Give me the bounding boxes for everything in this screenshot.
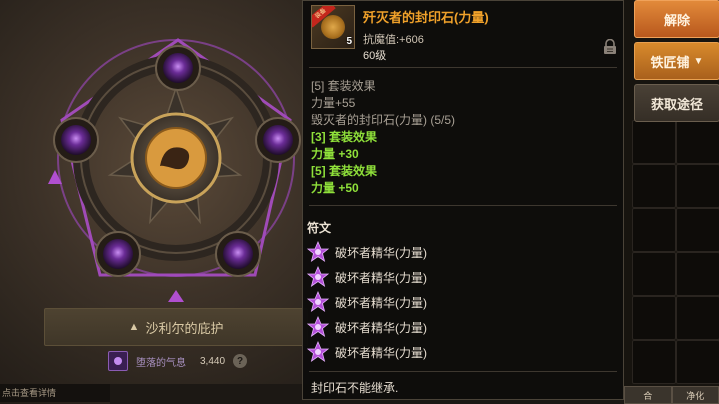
divider [309,371,617,372]
dismantle-button[interactable]: 解除 [634,0,719,38]
bottom-right-buttons: 合 净化 [624,386,719,404]
combine-button[interactable]: 合 [624,386,672,404]
blacksmith-label: 铁匠铺 [650,54,690,70]
rune-label: 破坏者精华(力量) [335,245,427,260]
set-effect-line: [3] 套装效果 [311,130,378,144]
inventory-slot[interactable] [632,164,676,208]
rune-item: 破坏者精华(力量) [307,241,427,263]
rune-socket[interactable] [95,231,141,277]
rune-item: 破坏者精华(力量) [307,316,427,338]
item-header: 装备 5 歼灭者的封印石(力量) 抗魔值:+606 60级 [307,5,623,65]
rune-star-icon [307,316,329,337]
inventory-slot[interactable] [676,120,719,164]
obtain-button[interactable]: 获取途径 [634,84,719,122]
rune-label: 破坏者精华(力量) [335,320,427,335]
inventory-slot[interactable] [632,120,676,164]
rune-star-icon [307,341,329,362]
rune-socket[interactable] [215,231,261,277]
inventory-slot[interactable] [632,340,676,384]
rune-star-icon [307,241,329,262]
seal-diagram [0,0,310,310]
item-tooltip: 装备 5 歼灭者的封印石(力量) 抗魔值:+606 60级 [5] 套装效果 力… [302,0,624,400]
rune-star-icon [307,291,329,312]
blessing-button[interactable]: ▲ 沙利尔的庇护 [44,308,308,346]
rune-socket[interactable] [53,117,99,163]
inventory-slot[interactable] [676,296,719,340]
divider [309,67,617,68]
rune-item: 破坏者精华(力量) [307,341,427,363]
rune-label: 破坏者精华(力量) [335,270,427,285]
rune-label: 破坏者精华(力量) [335,345,427,360]
rune-item: 破坏者精华(力量) [307,266,427,288]
aura-value: 3,440 [200,355,226,367]
inventory-slot[interactable] [676,208,719,252]
blacksmith-dropdown[interactable]: 铁匠铺 ▼ [634,42,719,80]
item-title: 歼灭者的封印石(力量) [363,10,489,25]
detail-hint[interactable]: 点击查看详情 [0,384,112,402]
set-effect-line: 力量 +30 [311,147,359,161]
inventory-slot[interactable] [676,252,719,296]
inventory-slot[interactable] [632,252,676,296]
rune-label: 破坏者精华(力量) [335,295,427,310]
blessing-label: 沙利尔的庇护 [145,320,224,336]
set-effect-line: [5] 套装效果 [311,164,378,178]
inventory-slot[interactable] [676,340,719,384]
rune-socket[interactable] [155,45,201,91]
rune-star-icon [307,266,329,287]
bottom-strip [110,384,310,404]
seal-stone-icon: 装备 5 [311,5,355,49]
chevron-up-icon: ▲ [128,321,140,333]
inventory-slot[interactable] [632,296,676,340]
rune-item: 破坏者精华(力量) [307,291,427,313]
item-stat: 抗魔值:+606 [363,34,424,46]
footer-note: 封印石不能继承. [311,381,399,395]
inventory-slot[interactable] [632,208,676,252]
aura-icon [108,351,128,371]
lock-icon [604,39,616,54]
rune-socket[interactable] [255,117,301,163]
seal-panel: ▲ 沙利尔的庇护 堕落的气息 3,440 ? 点击查看详情 [0,0,310,404]
inventory-slot[interactable] [676,164,719,208]
rune-header: 符文 [307,221,332,235]
set-effect-line: 力量 +50 [311,181,359,195]
set-effect-line: 力量+55 [311,96,356,110]
purify-button[interactable]: 净化 [671,386,719,404]
item-level: 60级 [363,50,387,62]
set-effect-line: 毁灭者的封印石(力量) (5/5) [311,113,456,127]
divider [309,205,617,206]
caret-down-icon: ▼ [693,55,704,67]
help-icon[interactable]: ? [233,354,248,368]
aura-name: 堕落的气息 [136,357,186,369]
item-count: 5 [346,36,352,47]
aura-row: 堕落的气息 3,440 ? [108,350,248,372]
set-effect-line: [5] 套装效果 [311,79,376,93]
seal-frame-icon [48,38,301,302]
